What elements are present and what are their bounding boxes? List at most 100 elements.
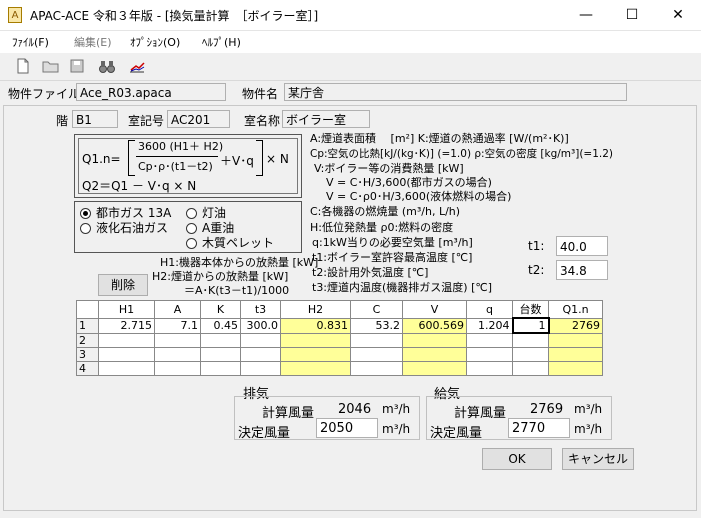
room-name-field: ボイラー室	[282, 110, 370, 128]
t2-label: t2:	[528, 263, 545, 277]
legend-line: H:低位発熱量 ρ0:燃料の密度	[310, 221, 454, 234]
cancel-button[interactable]: キャンセル	[562, 448, 634, 470]
cell-v	[402, 346, 467, 362]
cell-k[interactable]	[200, 360, 241, 376]
cell-count[interactable]	[512, 360, 549, 376]
cell-count[interactable]	[512, 332, 549, 348]
row-number: 2	[76, 332, 99, 348]
radio-icon	[186, 223, 197, 234]
cell-a[interactable]	[154, 346, 201, 362]
formula-denominator: Cp･ρ･(t1－t2)	[138, 160, 213, 173]
cell-q1n	[548, 346, 603, 362]
supply-calc-label: 計算風量	[454, 406, 507, 421]
maximize-button[interactable]: ☐	[609, 0, 655, 30]
exhaust-calc-unit: m³/h	[382, 402, 411, 416]
cell-h1[interactable]	[98, 346, 155, 362]
exhaust-calc-value: 2046	[338, 402, 372, 417]
exhaust-decided-input[interactable]: 2050	[316, 418, 378, 438]
table-header: q	[466, 300, 513, 319]
legend-line: V = C･ρ0･H/3,600(液体燃料の場合)	[326, 190, 512, 203]
table-header-row: H1 A K t3 H2 C V q 台数 Q1.n	[76, 300, 603, 319]
project-name-label: 物件名	[242, 87, 279, 101]
cell-c[interactable]	[350, 346, 403, 362]
cell-k[interactable]	[200, 346, 241, 362]
supply-calc-value: 2769	[530, 402, 564, 417]
legend-line: t1:ボイラー室許容最高温度 [℃]	[312, 251, 473, 264]
minimize-button[interactable]: —	[563, 0, 609, 30]
ok-button[interactable]: OK	[482, 448, 552, 470]
cell-c[interactable]	[350, 332, 403, 348]
cell-h1[interactable]	[98, 332, 155, 348]
legend-line: A:煙道表面積 [m²] K:煙道の熱通過率 [W/(m²･K)]	[310, 132, 569, 145]
formula-times-n: × N	[266, 152, 289, 166]
cell-v: 600.569	[402, 317, 467, 334]
legend-line: t3:煙道内温度(機器排ガス温度) [℃]	[312, 281, 493, 294]
project-name-field: 某庁舎	[284, 83, 627, 101]
radio-icon	[80, 208, 91, 219]
floor-field: B1	[72, 110, 118, 128]
fuel-option-lpg[interactable]: 液化石油ガス	[80, 221, 190, 235]
cell-h2: 0.831	[280, 317, 351, 334]
fuel-option-kerosene[interactable]: 灯油	[186, 206, 266, 220]
fuel-option-a-heavy-oil[interactable]: A重油	[186, 221, 266, 235]
new-file-icon[interactable]	[14, 58, 32, 76]
table-header: K	[200, 300, 241, 319]
supply-decided-unit: m³/h	[574, 422, 603, 436]
cell-t3[interactable]	[240, 346, 281, 362]
cell-q1n	[548, 332, 603, 348]
supply-decided-input[interactable]: 2770	[508, 418, 570, 438]
cell-v	[402, 332, 467, 348]
menu-help[interactable]: ﾍﾙﾌﾟ(H)	[202, 34, 241, 50]
chart-icon[interactable]	[128, 58, 146, 76]
binoculars-icon[interactable]	[98, 58, 116, 76]
formula-lhs: Q1.n=	[82, 152, 121, 166]
table-header	[76, 300, 99, 319]
cell-h1[interactable]: 2.715	[98, 317, 155, 334]
legend-line: q:1kW当りの必要空気量 [m³/h]	[312, 236, 473, 249]
table-header: H1	[98, 300, 155, 319]
cell-q[interactable]	[466, 332, 513, 348]
calc-table: H1 A K t3 H2 C V q 台数 Q1.n 1 2.715 7.1 0…	[76, 300, 603, 376]
legend-line: t2:設計用外気温度 [℃]	[312, 266, 429, 279]
table-header: V	[402, 300, 467, 319]
cell-h2	[280, 332, 351, 348]
menu-edit[interactable]: 編集(E)	[74, 34, 112, 50]
radio-icon	[186, 238, 197, 249]
row-number: 1	[76, 317, 99, 334]
cell-q[interactable]	[466, 346, 513, 362]
cell-count[interactable]	[512, 346, 549, 362]
open-folder-icon[interactable]	[42, 58, 60, 76]
menu-options[interactable]: ｵﾌﾟｼｮﾝ(O)	[130, 34, 180, 50]
cell-c[interactable]	[350, 360, 403, 376]
cell-t3[interactable]: 300.0	[240, 317, 281, 334]
cell-q[interactable]	[466, 360, 513, 376]
cell-a[interactable]	[154, 332, 201, 348]
cell-count[interactable]: 1	[511, 317, 550, 334]
cell-a[interactable]	[154, 360, 201, 376]
t2-input[interactable]: 34.8	[556, 260, 608, 280]
table-row: 2	[76, 332, 603, 348]
cell-k[interactable]: 0.45	[200, 317, 241, 334]
room-code-field: AC201	[167, 110, 230, 128]
cell-t3[interactable]	[240, 360, 281, 376]
cell-a[interactable]: 7.1	[154, 317, 201, 334]
supply-decided-label: 決定風量	[430, 426, 483, 441]
cell-c[interactable]: 53.2	[350, 317, 403, 334]
table-header: H2	[280, 300, 351, 319]
t1-input[interactable]: 40.0	[556, 236, 608, 256]
cell-t3[interactable]	[240, 332, 281, 348]
legend-line: V = C･H/3,600(都市ガスの場合)	[326, 176, 492, 189]
floor-label: 階	[56, 114, 69, 128]
table-header: 台数	[512, 300, 549, 319]
cell-k[interactable]	[200, 332, 241, 348]
cell-q[interactable]: 1.204	[466, 317, 513, 334]
save-icon[interactable]	[68, 58, 86, 76]
delete-button[interactable]: 削除	[98, 274, 148, 296]
cell-h1[interactable]	[98, 360, 155, 376]
fuel-option-wood-pellet[interactable]: 木質ペレット	[186, 236, 286, 250]
close-button[interactable]: ✕	[655, 0, 701, 30]
menu-file[interactable]: ﾌｧｲﾙ(F)	[12, 34, 49, 50]
h2-note: H2:煙道からの放熱量 [kW]	[152, 270, 289, 283]
legend-line: C:各機器の燃焼量 (m³/h, L/h)	[310, 205, 461, 218]
formula-numerator: 3600 (H1＋ H2)	[138, 140, 224, 153]
